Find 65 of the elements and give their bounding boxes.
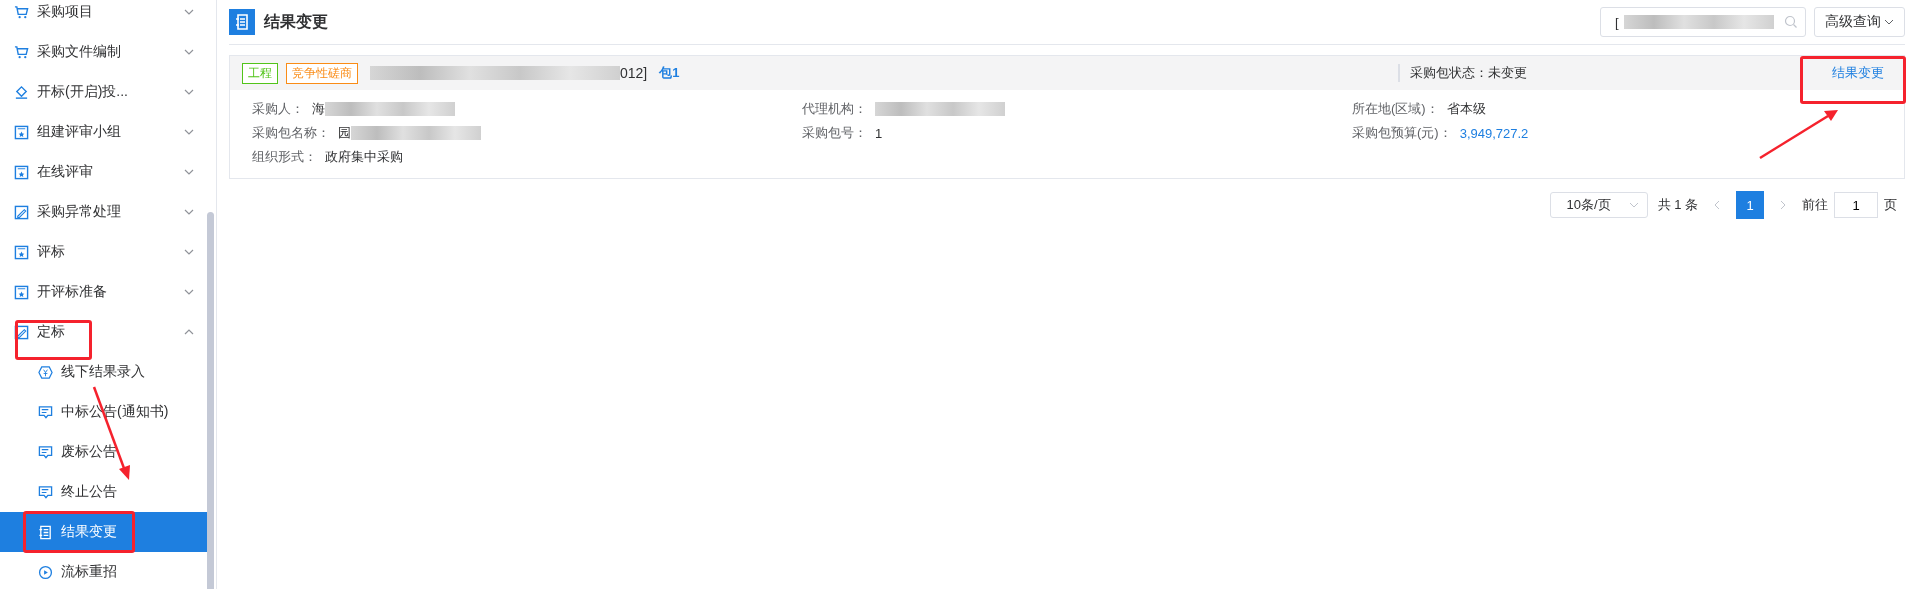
menu-item[interactable]: 开评标准备 bbox=[0, 272, 208, 312]
page-button[interactable]: 1 bbox=[1736, 191, 1764, 219]
document-icon bbox=[229, 9, 255, 35]
yuan-icon bbox=[38, 364, 53, 380]
submenu-item[interactable]: 中标公告(通知书) bbox=[0, 392, 208, 432]
field-label: 采购人： bbox=[252, 100, 304, 118]
status-label: 采购包状态： bbox=[1410, 65, 1488, 80]
menu-item[interactable]: 采购异常处理 bbox=[0, 192, 208, 232]
star-form-icon bbox=[14, 244, 29, 260]
field-label: 采购包预算(元)： bbox=[1352, 124, 1452, 142]
search-field[interactable]: [ bbox=[1600, 7, 1806, 37]
goto-label: 前往 bbox=[1802, 196, 1828, 214]
diamond-icon bbox=[14, 84, 29, 100]
submenu-item[interactable]: 流标重招 bbox=[0, 552, 208, 589]
project-title: 012] bbox=[620, 65, 648, 81]
field-value: 3,949,727.2 bbox=[1459, 125, 1529, 141]
result-change-link[interactable]: 结果变更 bbox=[1832, 64, 1884, 82]
page-input[interactable]: 1 bbox=[1834, 192, 1878, 218]
document-icon bbox=[38, 524, 53, 540]
submenu-item[interactable]: 结果变更 bbox=[0, 512, 208, 552]
page-size-select[interactable]: 10条/页 bbox=[1549, 192, 1648, 218]
star-form-icon bbox=[14, 124, 29, 140]
submenu-item[interactable]: 线下结果录入 bbox=[0, 352, 208, 392]
package-link[interactable]: 包1 bbox=[659, 64, 680, 82]
message-icon bbox=[38, 444, 53, 460]
menu-item[interactable]: 组建评审小组 bbox=[0, 112, 208, 152]
field-label: 组织形式： bbox=[252, 148, 317, 166]
page-title: 结果变更 bbox=[264, 11, 328, 32]
total-count: 共 1 条 bbox=[1657, 196, 1698, 214]
tag: 工程 bbox=[242, 62, 278, 84]
submenu-item[interactable]: 废标公告 bbox=[0, 432, 208, 472]
field-value: 园 bbox=[338, 124, 351, 142]
message-icon bbox=[38, 484, 53, 500]
menu-item[interactable]: 采购文件编制 bbox=[0, 32, 208, 72]
menu-item[interactable]: 采购项目 bbox=[0, 0, 208, 32]
star-form-icon bbox=[14, 164, 29, 180]
page-suffix: 页 bbox=[1884, 196, 1897, 214]
submenu-item[interactable]: 终止公告 bbox=[0, 472, 208, 512]
field-value: 海 bbox=[312, 100, 325, 118]
search-icon bbox=[1784, 15, 1798, 29]
play-icon bbox=[38, 564, 53, 580]
field-value: 1 bbox=[875, 125, 883, 141]
field-label: 采购包号： bbox=[802, 124, 867, 142]
cart-icon bbox=[14, 4, 29, 20]
previous-page-icon[interactable] bbox=[1714, 200, 1720, 210]
scrollbar[interactable] bbox=[207, 212, 214, 589]
field-label: 采购包名称： bbox=[252, 124, 330, 142]
chevron-icon bbox=[1884, 19, 1894, 25]
menu-item[interactable]: 定标 bbox=[0, 312, 208, 352]
menu-item[interactable]: 在线评审 bbox=[0, 152, 208, 192]
menu-item[interactable]: 开标(开启)投... bbox=[0, 72, 208, 112]
next-page-icon[interactable] bbox=[1780, 200, 1786, 210]
tag: 竞争性磋商 bbox=[286, 62, 358, 84]
message-icon bbox=[38, 404, 53, 420]
cart-icon bbox=[14, 44, 29, 60]
chevron-icon bbox=[1628, 202, 1639, 208]
star-form-icon bbox=[14, 284, 29, 300]
field-value: 省本级 bbox=[1446, 100, 1486, 118]
status-value: 未变更 bbox=[1488, 65, 1527, 80]
field-value: 政府集中采购 bbox=[325, 148, 403, 166]
advanced-search-button[interactable]: 高级查询 bbox=[1814, 7, 1905, 37]
field-label: 所在地(区域)： bbox=[1352, 100, 1439, 118]
menu-item[interactable]: 评标 bbox=[0, 232, 208, 272]
field-label: 代理机构： bbox=[802, 100, 867, 118]
pencil-form-icon bbox=[14, 204, 29, 220]
